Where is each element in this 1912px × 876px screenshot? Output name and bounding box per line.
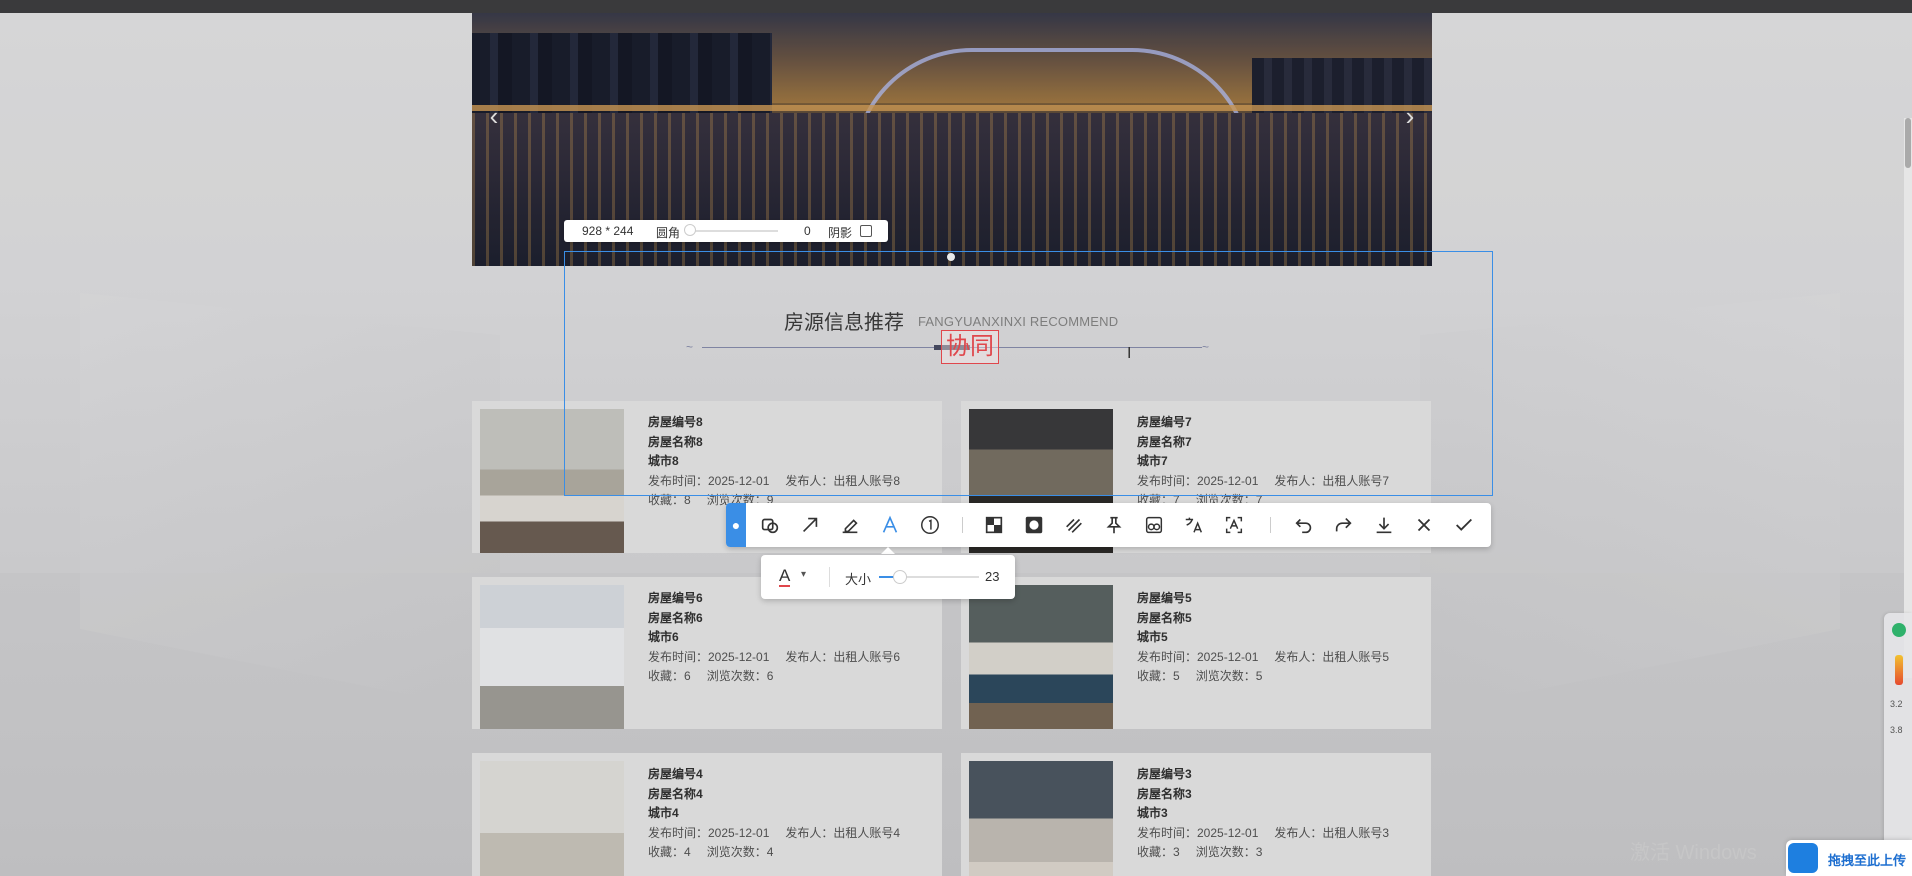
upload-button-label: 拖拽至此上传 [1828, 853, 1907, 868]
arrow-icon[interactable] [794, 509, 826, 541]
text-size-value: 23 [985, 569, 1000, 584]
listing-id: 房屋编号3 [1137, 767, 1192, 781]
listing-city: 城市3 [1137, 806, 1168, 820]
mosaic-icon[interactable] [978, 509, 1010, 541]
page-scrollbar[interactable] [1904, 118, 1912, 678]
windows-activation-watermark: 激活 Windows [1630, 842, 1757, 864]
listing-favorites: 收藏：3 [1137, 845, 1180, 859]
listing-card[interactable]: 房屋编号4 房屋名称4 城市4 发布时间：2025-12-01 发布人：出租人账号… [472, 753, 942, 876]
listing-city: 城市6 [648, 630, 679, 644]
capture-dimensions: 928 * 244 [582, 224, 634, 238]
ocr-icon[interactable] [1218, 509, 1250, 541]
upload-button[interactable]: 拖拽至此上传 [1786, 840, 1912, 876]
hatch-icon[interactable] [1058, 509, 1090, 541]
redo-icon[interactable] [1328, 509, 1360, 541]
listing-name: 房屋名称3 [1137, 786, 1192, 801]
pen-icon[interactable] [834, 509, 866, 541]
banner-city-left [472, 33, 772, 113]
listing-city: 城市5 [1137, 630, 1168, 644]
toolbar-separator [1270, 517, 1271, 533]
listing-date: 发布时间：2025-12-01 [1137, 649, 1259, 664]
pin-icon[interactable] [1098, 509, 1130, 541]
banner-bridge-deck [472, 105, 1432, 111]
chevron-down-icon[interactable]: ▾ [801, 569, 806, 580]
listing-date: 发布时间：2025-12-01 [648, 825, 770, 840]
browser-top-bar [0, 0, 1912, 13]
listing-favorites: 收藏：6 [648, 669, 691, 683]
text-size-label: 大小 [845, 572, 872, 587]
scrollbar-thumb[interactable] [1905, 118, 1911, 168]
listing-card[interactable]: 房屋编号6 房屋名称6 城市6 发布时间：2025-12-01 发布人：出租人账号… [472, 577, 942, 729]
shape-icon[interactable] [754, 509, 786, 541]
translate-icon[interactable] [1178, 509, 1210, 541]
listing-date: 发布时间：2025-12-01 [648, 649, 770, 664]
listing-city: 城市4 [648, 806, 679, 820]
listing-views: 浏览次数：5 [1195, 669, 1263, 683]
blur-icon[interactable] [1018, 509, 1050, 541]
listing-favorites: 收藏：4 [648, 845, 691, 859]
listing-publisher: 发布人：出租人账号6 [785, 649, 901, 664]
listing-publisher: 发布人：出租人账号4 [785, 825, 901, 840]
corner-radius-value: 0 [804, 224, 811, 238]
monitor-value-1: 3.2 [1890, 699, 1903, 709]
annotation-toolbar: ● [726, 503, 1491, 547]
text-icon[interactable] [874, 509, 906, 541]
corner-radius-slider-handle[interactable] [684, 224, 696, 236]
listing-publisher: 发布人：出租人账号3 [1274, 825, 1390, 840]
carousel-next-arrow[interactable]: › [1398, 101, 1422, 132]
listing-publisher: 发布人：出租人账号5 [1274, 649, 1390, 664]
text-color-icon[interactable]: A [779, 567, 791, 587]
confirm-icon[interactable] [1448, 509, 1480, 541]
toolbar-pointer [881, 547, 895, 554]
gauge-icon [1895, 655, 1903, 685]
listing-name: 房屋名称5 [1137, 610, 1192, 625]
download-icon[interactable] [1368, 509, 1400, 541]
carousel-prev-arrow[interactable]: ‹ [482, 101, 506, 132]
pointer-icon[interactable]: ● [726, 503, 746, 547]
listing-photo[interactable] [480, 761, 624, 876]
listing-favorites: 收藏：5 [1137, 669, 1180, 683]
corner-radius-slider-track[interactable] [688, 230, 778, 232]
text-annotation[interactable]: 协同 [941, 330, 999, 364]
subbar-separator [829, 567, 830, 587]
shield-icon [1892, 623, 1906, 637]
shadow-checkbox[interactable] [860, 225, 872, 237]
listing-views: 浏览次数：6 [706, 669, 774, 683]
text-cursor-icon: I [1127, 345, 1132, 362]
listing-name: 房屋名称6 [648, 610, 703, 625]
listing-card[interactable]: 房屋编号5 房屋名称5 城市5 发布时间：2025-12-01 发布人：出租人账号… [961, 577, 1431, 729]
text-size-slider-handle[interactable] [893, 570, 907, 584]
listing-date: 发布时间：2025-12-01 [1137, 825, 1259, 840]
listing-name: 房屋名称4 [648, 786, 703, 801]
listing-photo[interactable] [969, 761, 1113, 876]
toolbar-separator [962, 517, 963, 533]
listing-card[interactable]: 房屋编号3 房屋名称3 城市3 发布时间：2025-12-01 发布人：出租人账号… [961, 753, 1431, 876]
close-icon[interactable] [1408, 509, 1440, 541]
undo-icon[interactable] [1288, 509, 1320, 541]
crop-icon[interactable] [1138, 509, 1170, 541]
listing-photo[interactable] [969, 585, 1113, 729]
cloud-upload-icon [1788, 843, 1818, 873]
shadow-label: 阴影 [828, 226, 853, 240]
text-style-bar: A ▾ 大小 23 [761, 555, 1015, 599]
number-icon[interactable] [914, 509, 946, 541]
listing-photo[interactable] [480, 585, 624, 729]
corner-radius-label: 圆角 [656, 226, 681, 240]
capture-selection-box[interactable] [564, 251, 1493, 496]
listing-views: 浏览次数：4 [706, 845, 774, 859]
capture-info-bar: 928 * 244 圆角 0 阴影 [564, 220, 888, 242]
banner-water [472, 113, 1432, 266]
listing-id: 房屋编号4 [648, 767, 703, 781]
system-monitor-widget[interactable]: 3.2 3.8 [1884, 613, 1912, 876]
monitor-value-2: 3.8 [1890, 725, 1903, 735]
listing-views: 浏览次数：3 [1195, 845, 1263, 859]
listing-id: 房屋编号5 [1137, 591, 1192, 605]
